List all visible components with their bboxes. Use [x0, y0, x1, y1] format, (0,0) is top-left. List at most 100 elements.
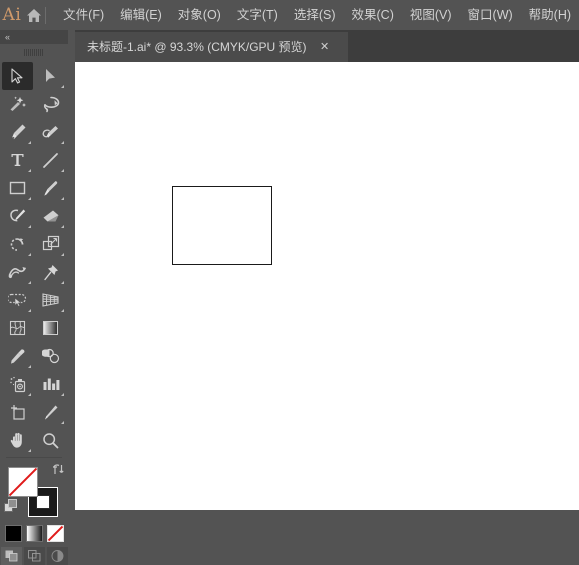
tool-flyout-indicator: [61, 85, 64, 88]
line-segment-tool[interactable]: [35, 146, 66, 174]
document-tab[interactable]: 未标题-1.ai* @ 93.3% (CMYK/GPU 预览) ✕: [75, 32, 348, 62]
gradient-mode-button[interactable]: [25, 525, 43, 542]
menu-item-file[interactable]: 文件(F): [55, 4, 112, 27]
menu-item-help[interactable]: 帮助(H): [521, 4, 579, 27]
free-transform-tool[interactable]: [35, 258, 66, 286]
tool-flyout-indicator: [61, 141, 64, 144]
home-icon[interactable]: [24, 8, 44, 23]
document-tab-label: 未标题-1.ai* @ 93.3% (CMYK/GPU 预览): [87, 40, 307, 54]
shaper-pencil-icon: [9, 209, 25, 221]
blend-tool[interactable]: [35, 342, 66, 370]
swap-fill-stroke-icon[interactable]: [52, 463, 65, 476]
tool-flyout-indicator: [61, 169, 64, 172]
paintbrush-icon: [44, 180, 58, 196]
draw-inside-button[interactable]: [46, 547, 68, 565]
menu-item-effect[interactable]: 效果(C): [344, 4, 402, 27]
width-warp-tool[interactable]: [2, 258, 33, 286]
hand-icon: [10, 432, 22, 448]
draw-mode-row: [0, 547, 68, 565]
hand-tool[interactable]: [2, 426, 33, 454]
curvature-icon: [42, 125, 58, 138]
eyedropper-icon: [11, 348, 25, 364]
magnifier-icon: [43, 432, 59, 448]
default-fill-stroke-icon[interactable]: [4, 499, 18, 513]
app-logo: Ai: [2, 5, 22, 25]
slice-tool[interactable]: [35, 398, 66, 426]
tool-panel-divider: [6, 457, 62, 458]
eraser-icon: [43, 210, 58, 221]
rectangle-shape[interactable]: [172, 186, 272, 265]
none-slash-icon: [9, 468, 37, 496]
none-mode-button[interactable]: [46, 525, 64, 542]
direct-select-arrow-icon: [46, 69, 55, 82]
menu-item-select[interactable]: 选择(S): [286, 4, 344, 27]
tool-grid: [0, 60, 68, 454]
paintbrush-tool[interactable]: [35, 174, 66, 202]
fill-stroke-controls: [0, 461, 68, 523]
draw-normal-icon: [5, 550, 17, 562]
menu-item-edit[interactable]: 编辑(E): [112, 4, 170, 27]
type-t-icon: [11, 154, 24, 166]
shape-builder-icon: [8, 293, 27, 307]
magic-wand-tool[interactable]: [2, 90, 33, 118]
tool-flyout-indicator: [28, 253, 31, 256]
magic-wand-icon: [10, 96, 26, 111]
pen-tool[interactable]: [2, 118, 33, 146]
menu-item-object[interactable]: 对象(O): [170, 4, 229, 27]
column-graph-tool[interactable]: [35, 370, 66, 398]
scale-tool[interactable]: [35, 230, 66, 258]
menu-bar: Ai 文件(F) 编辑(E) 对象(O) 文字(T) 选择(S) 效果(C) 视…: [0, 0, 579, 30]
lasso-icon: [43, 96, 59, 112]
menu-item-type[interactable]: 文字(T): [229, 4, 286, 27]
collapse-panel-icon[interactable]: «: [5, 32, 10, 42]
tool-flyout-indicator: [61, 253, 64, 256]
blend-icon: [41, 348, 59, 364]
tool-flyout-indicator: [61, 225, 64, 228]
tool-flyout-indicator: [28, 365, 31, 368]
selection-tool[interactable]: [2, 62, 33, 90]
shaper-pencil-tool[interactable]: [2, 202, 33, 230]
mesh-icon: [9, 320, 26, 336]
eyedropper-tool[interactable]: [2, 342, 33, 370]
perspective-grid-tool[interactable]: [35, 286, 66, 314]
tool-flyout-indicator: [61, 421, 64, 424]
tool-flyout-indicator: [28, 197, 31, 200]
tool-flyout-indicator: [61, 309, 64, 312]
document-tab-bar: 未标题-1.ai* @ 93.3% (CMYK/GPU 预览) ✕: [75, 30, 579, 62]
lasso-tool[interactable]: [35, 90, 66, 118]
zoom-tool[interactable]: [35, 426, 66, 454]
symbol-sprayer-tool[interactable]: [2, 370, 33, 398]
width-warp-icon: [8, 266, 26, 278]
tool-flyout-indicator: [28, 393, 31, 396]
artboard-icon: [10, 404, 25, 420]
close-icon[interactable]: ✕: [313, 32, 337, 62]
pushpin-icon: [43, 264, 58, 280]
fill-swatch[interactable]: [8, 467, 38, 497]
menu-separator: [45, 6, 47, 24]
tool-flyout-indicator: [28, 141, 31, 144]
rotate-icon: [10, 237, 24, 251]
type-tool[interactable]: [2, 146, 33, 174]
draw-normal-button[interactable]: [0, 547, 22, 565]
none-slash-icon: [47, 526, 63, 541]
shape-builder-tool[interactable]: [2, 286, 33, 314]
menu-item-window[interactable]: 窗口(W): [460, 4, 521, 27]
direct-selection-tool[interactable]: [35, 62, 66, 90]
draw-behind-button[interactable]: [23, 547, 45, 565]
curvature-tool[interactable]: [35, 118, 66, 146]
eraser-tool[interactable]: [35, 202, 66, 230]
rectangle-tool[interactable]: [2, 174, 33, 202]
mesh-tool[interactable]: [2, 314, 33, 342]
tool-flyout-indicator: [61, 393, 64, 396]
menu-item-view[interactable]: 视图(V): [402, 4, 460, 27]
color-mode-button[interactable]: [4, 525, 22, 542]
artboard-canvas[interactable]: [75, 62, 579, 510]
tool-panel-header: «: [0, 30, 68, 44]
tool-panel-drag-handle[interactable]: [0, 44, 68, 60]
line-segment-icon: [43, 152, 58, 168]
scale-icon: [42, 235, 59, 251]
tool-flyout-indicator: [28, 449, 31, 452]
rotate-tool[interactable]: [2, 230, 33, 258]
artboard-tool[interactable]: [2, 398, 33, 426]
gradient-tool[interactable]: [35, 314, 66, 342]
